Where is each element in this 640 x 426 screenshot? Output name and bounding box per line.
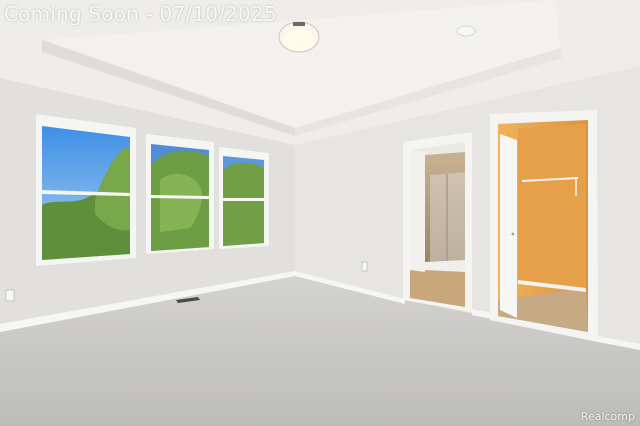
watermark: Realcomp [580,410,635,423]
listing-caption: Coming Soon - 07/10/2025 [4,2,277,26]
bathroom-doorway [403,132,472,312]
room-photo: Coming Soon - 07/10/2025 Realcomp [0,0,640,426]
window-middle [146,134,214,254]
window-right [219,147,269,249]
room-illustration [0,0,640,426]
ceiling-light [278,21,320,53]
closet-doorway [490,110,598,342]
window-left [36,114,136,266]
smoke-detector [456,25,476,37]
outlet-right [361,261,368,272]
outlet-left [5,289,15,302]
